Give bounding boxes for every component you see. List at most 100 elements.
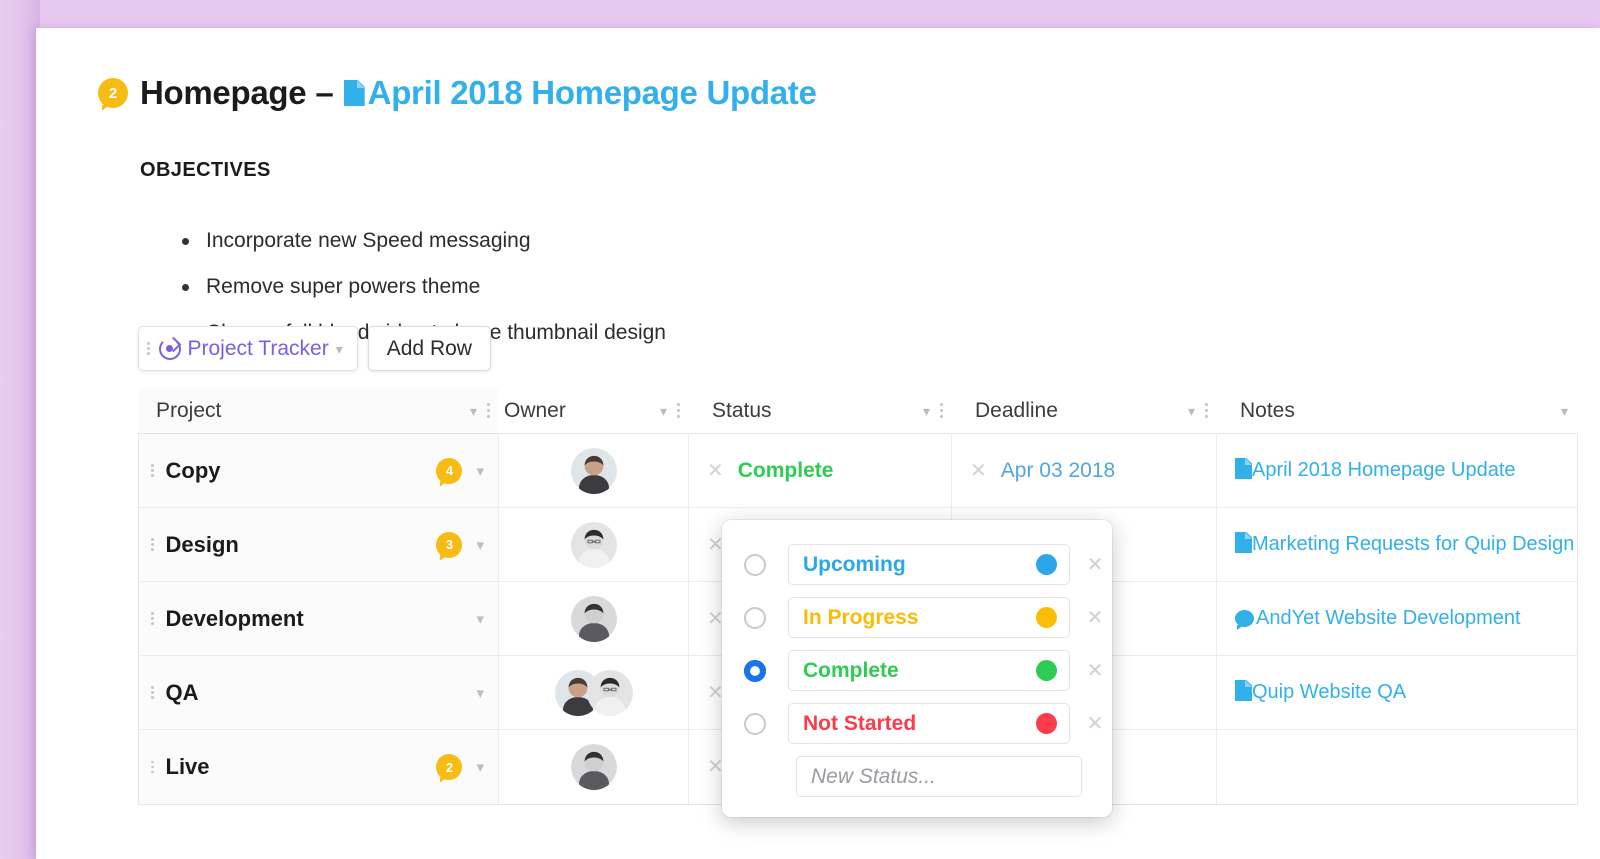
chevron-down-icon[interactable]: ▾	[476, 610, 484, 628]
title-dash: –	[315, 74, 333, 112]
column-header-owner[interactable]: Owner ▾	[498, 388, 688, 433]
page-gutter	[0, 0, 40, 859]
table-row[interactable]: Copy4▾✕Complete✕Apr 03 2018April 2018 Ho…	[139, 434, 1577, 508]
chevron-down-icon[interactable]: ▾	[923, 404, 930, 418]
delete-status-icon[interactable]: ✕	[1078, 605, 1112, 630]
column-header-label: Deadline	[969, 399, 1058, 423]
cell-owner[interactable]	[499, 508, 689, 581]
deadline-value[interactable]: Apr 03 2018	[1001, 459, 1115, 483]
cell-notes[interactable]: Marketing Requests for Quip Design	[1217, 508, 1577, 581]
chevron-down-icon[interactable]: ▾	[1188, 404, 1195, 418]
status-color-dot[interactable]	[1036, 554, 1057, 575]
row-comment-badge[interactable]: 2	[436, 754, 462, 780]
column-menu-icon[interactable]	[940, 403, 943, 418]
cell-project[interactable]: Live2▾	[139, 730, 499, 804]
column-header-label: Project	[150, 399, 221, 423]
cell-project[interactable]: Copy4▾	[139, 434, 499, 507]
document-icon	[1235, 680, 1252, 701]
column-header-notes[interactable]: Notes ▾	[1216, 388, 1576, 433]
column-header-status[interactable]: Status ▾	[688, 388, 951, 433]
cell-owner[interactable]	[499, 582, 689, 655]
drag-handle-icon[interactable]	[147, 342, 152, 355]
status-option[interactable]: Not Started ✕	[722, 697, 1112, 750]
drag-handle-icon[interactable]	[151, 464, 156, 477]
column-header-deadline[interactable]: Deadline ▾	[951, 388, 1216, 433]
status-option-box[interactable]: In Progress	[788, 597, 1070, 638]
title-comment-badge[interactable]: 2	[98, 78, 128, 108]
document-icon	[344, 80, 365, 106]
note-link[interactable]: Marketing Requests for Quip Design	[1235, 531, 1574, 558]
drag-handle-icon[interactable]	[151, 761, 156, 774]
avatar[interactable]	[571, 448, 617, 494]
chevron-down-icon[interactable]: ▾	[476, 758, 484, 776]
status-option-box[interactable]: Upcoming	[788, 544, 1070, 585]
project-tracker-chip[interactable]: Project Tracker ▾	[138, 326, 358, 371]
column-menu-icon[interactable]	[1205, 403, 1208, 418]
cell-notes[interactable]: Quip Website QA	[1217, 656, 1577, 729]
new-status-input[interactable]: New Status...	[796, 756, 1082, 797]
status-color-dot[interactable]	[1036, 660, 1057, 681]
delete-status-icon[interactable]: ✕	[1078, 711, 1112, 736]
status-radio[interactable]	[744, 713, 766, 735]
cell-notes[interactable]	[1217, 730, 1577, 804]
chevron-down-icon[interactable]: ▾	[476, 462, 484, 480]
cell-project[interactable]: Design3▾	[139, 508, 499, 581]
note-link[interactable]: Quip Website QA	[1235, 679, 1406, 706]
objectives-heading: OBJECTIVES	[140, 159, 271, 182]
status-option-label: Not Started	[803, 712, 1036, 736]
row-comment-badge[interactable]: 4	[436, 458, 462, 484]
project-name: Development	[166, 606, 304, 632]
chevron-down-icon[interactable]: ▾	[476, 684, 484, 702]
drag-handle-icon[interactable]	[151, 612, 156, 625]
status-radio[interactable]	[744, 607, 766, 629]
chevron-down-icon[interactable]: ▾	[470, 404, 477, 418]
status-option[interactable]: Complete ✕	[722, 644, 1112, 697]
add-row-button[interactable]: Add Row	[368, 326, 491, 371]
column-header-label: Status	[706, 399, 772, 423]
chevron-down-icon[interactable]: ▾	[660, 404, 667, 418]
cell-project[interactable]: Development ▾	[139, 582, 499, 655]
drag-handle-icon[interactable]	[151, 686, 156, 699]
status-color-dot[interactable]	[1036, 713, 1057, 734]
status-option-box[interactable]: Complete	[788, 650, 1070, 691]
status-option[interactable]: Upcoming ✕	[722, 538, 1112, 591]
status-option[interactable]: In Progress ✕	[722, 591, 1112, 644]
status-radio[interactable]	[744, 660, 766, 682]
status-option-box[interactable]: Not Started	[788, 703, 1070, 744]
status-radio[interactable]	[744, 554, 766, 576]
column-header-project[interactable]: Project ▾	[138, 388, 498, 433]
status-value[interactable]: Complete	[738, 459, 834, 483]
cell-owner[interactable]	[499, 434, 689, 507]
status-color-dot[interactable]	[1036, 607, 1057, 628]
cell-owner[interactable]	[499, 730, 689, 804]
avatar[interactable]	[571, 522, 617, 568]
cell-owner[interactable]	[499, 656, 689, 729]
cell-project[interactable]: QA▾	[139, 656, 499, 729]
note-link[interactable]: AndYet Website Development	[1235, 605, 1521, 632]
column-header-label: Owner	[498, 399, 566, 423]
delete-status-icon[interactable]: ✕	[1078, 658, 1112, 683]
cell-status[interactable]: ✕ Complete	[689, 434, 952, 507]
column-menu-icon[interactable]	[487, 403, 490, 418]
cell-deadline[interactable]: ✕ Apr 03 2018	[952, 434, 1217, 507]
status-editor-popup[interactable]: Upcoming✕In Progress✕Complete✕Not Starte…	[722, 520, 1112, 817]
avatar[interactable]	[571, 596, 617, 642]
linked-document-title[interactable]: April 2018 Homepage Update	[368, 74, 817, 112]
note-link[interactable]: April 2018 Homepage Update	[1235, 457, 1516, 484]
drag-handle-icon[interactable]	[151, 538, 156, 551]
clear-status-icon[interactable]: ✕	[707, 461, 724, 481]
avatar[interactable]	[587, 670, 633, 716]
title-text: Homepage	[140, 74, 306, 112]
target-icon	[159, 338, 181, 360]
chevron-down-icon[interactable]: ▾	[1561, 404, 1568, 418]
chevron-down-icon[interactable]: ▾	[476, 536, 484, 554]
row-comment-badge[interactable]: 3	[436, 532, 462, 558]
column-menu-icon[interactable]	[677, 403, 680, 418]
delete-status-icon[interactable]: ✕	[1078, 552, 1112, 577]
chevron-down-icon[interactable]: ▾	[336, 342, 343, 356]
cell-notes[interactable]: April 2018 Homepage Update	[1217, 434, 1577, 507]
avatar[interactable]	[571, 744, 617, 790]
cell-notes[interactable]: AndYet Website Development	[1217, 582, 1577, 655]
clear-deadline-icon[interactable]: ✕	[970, 461, 987, 481]
status-option-label: Upcoming	[803, 553, 1036, 577]
